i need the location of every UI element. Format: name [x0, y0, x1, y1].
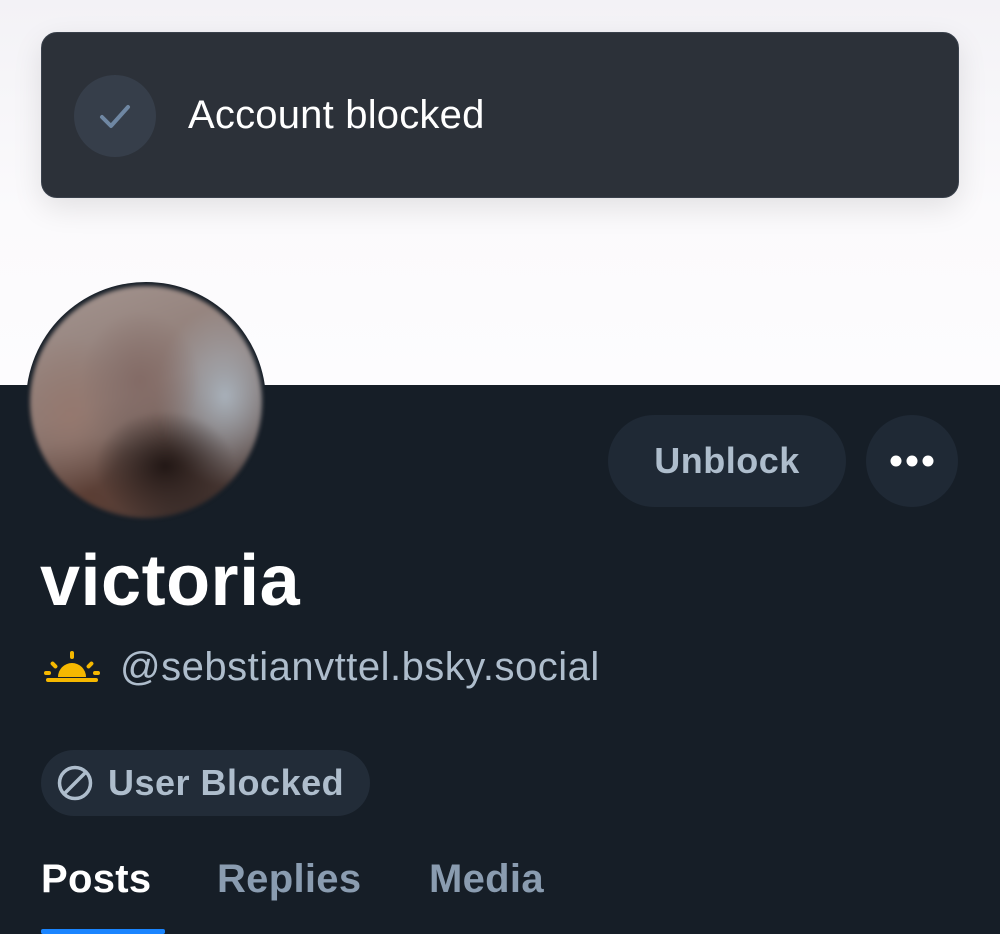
- user-blocked-badge: User Blocked: [41, 750, 370, 816]
- toast-message: Account blocked: [188, 93, 485, 137]
- tab-posts[interactable]: Posts: [41, 855, 151, 903]
- blocked-icon: [57, 765, 93, 801]
- handle-row: @sebstianvttel.bsky.social: [44, 640, 600, 694]
- more-options-button[interactable]: [866, 415, 958, 507]
- tab-media[interactable]: Media: [429, 855, 544, 903]
- user-blocked-label: User Blocked: [108, 762, 345, 803]
- check-icon: [74, 75, 156, 157]
- tab-replies[interactable]: Replies: [217, 855, 361, 903]
- unblock-button[interactable]: Unblock: [608, 415, 846, 507]
- handle: @sebstianvttel.bsky.social: [120, 645, 600, 689]
- active-tab-indicator: [41, 929, 165, 934]
- sunrise-emoji: [44, 651, 100, 682]
- profile-tabs: Posts Replies Media: [0, 845, 1000, 934]
- display-name: victoria: [40, 541, 301, 621]
- avatar-image: [30, 286, 262, 518]
- avatar[interactable]: [26, 282, 266, 522]
- toast-notification: Account blocked: [41, 32, 959, 198]
- more-horizontal-icon: [890, 455, 934, 467]
